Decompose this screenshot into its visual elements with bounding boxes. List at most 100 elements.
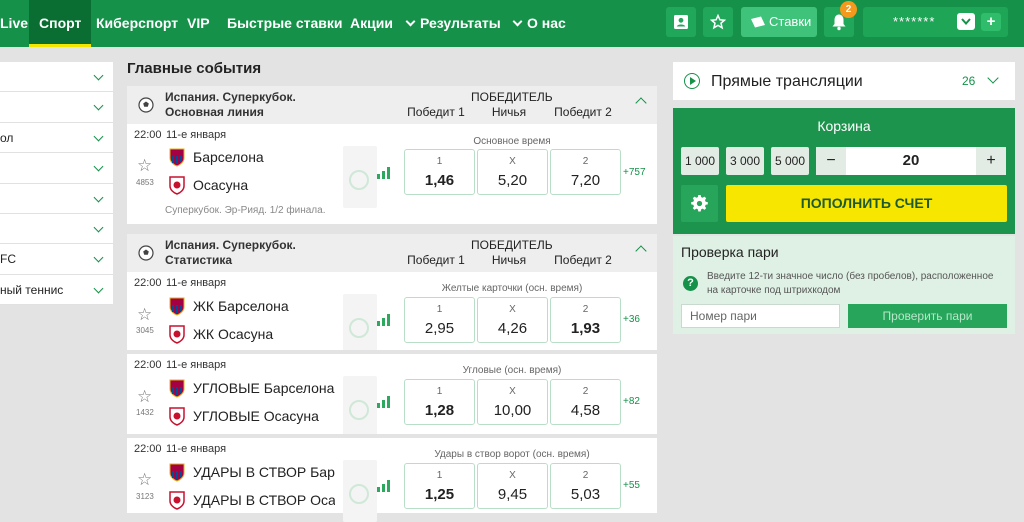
odd-label: X (509, 304, 516, 315)
profile-button[interactable] (666, 7, 696, 37)
match-stats-widget[interactable] (343, 376, 377, 438)
odd-button[interactable]: 2 4,58 (550, 379, 621, 425)
quick-amount-button[interactable]: 3 000 (726, 147, 764, 175)
gear-icon (691, 195, 708, 212)
odd-button[interactable]: 2 1,93 (550, 297, 621, 343)
nav-vip[interactable]: VIP (187, 0, 210, 47)
odd-label: 2 (582, 470, 589, 481)
sidebar-item[interactable] (0, 92, 113, 123)
odd-button[interactable]: X 5,20 (477, 149, 548, 195)
notification-count-badge: 2 (840, 1, 857, 18)
bets-button[interactable]: Ставки (741, 7, 817, 37)
odd-button[interactable]: 1 1,25 (404, 463, 475, 509)
sidebar-item[interactable]: ол (0, 122, 113, 154)
bet-check-hint: Введите 12-ти значное число (без пробело… (707, 271, 994, 296)
event-row[interactable]: 22:00 11-е января ☆ 1432 УГЛОВЫЕ Барсело… (127, 354, 657, 438)
nav-live[interactable]: Live (0, 0, 28, 47)
odd-button[interactable]: X 9,45 (477, 463, 548, 509)
sidebar-item[interactable] (0, 183, 113, 214)
odd-button[interactable]: X 10,00 (477, 379, 548, 425)
odd-button[interactable]: 1 2,95 (404, 297, 475, 343)
more-markets-link[interactable]: +82 (623, 396, 640, 407)
nav-sport[interactable]: Спорт (29, 0, 92, 47)
chevron-down-icon (405, 16, 416, 27)
chevron-down-icon (93, 252, 104, 263)
check-bet-button[interactable]: Проверить пари (848, 304, 1007, 328)
event-row[interactable]: 22:00 11-е января ☆ 3123 УДАРЫ В СТВОР Б… (127, 438, 657, 522)
barcelona-crest-icon (169, 297, 185, 316)
odd-button[interactable]: 2 7,20 (550, 149, 621, 195)
more-markets-link[interactable]: +36 (623, 314, 640, 325)
star-icon[interactable]: ☆ (137, 156, 152, 176)
odd-label: 2 (582, 304, 589, 315)
odd-value: 7,20 (570, 172, 601, 189)
sidebar-item[interactable] (0, 213, 113, 245)
league-title: Испания. Суперкубок. (165, 90, 296, 104)
league-header[interactable]: Испания. Суперкубок. Основная линия ПОБЕД… (127, 86, 657, 124)
star-icon[interactable]: ☆ (137, 305, 152, 325)
account-menu[interactable]: ******* + (863, 7, 1008, 37)
dropdown-toggle[interactable] (957, 13, 975, 30)
nav-about[interactable]: О нас (512, 0, 566, 47)
bet-number-input[interactable]: Номер пари (681, 304, 840, 328)
signal-bars-icon (377, 480, 393, 492)
event-time: 22:00 (134, 443, 162, 455)
sidebar-item-label: ный теннис (0, 282, 64, 297)
event-date: 11-е января (166, 129, 227, 141)
league-name: Испания. Суперкубок. Статистика (165, 238, 296, 268)
more-markets-link[interactable]: +55 (623, 480, 640, 491)
sidebar-item[interactable]: FC (0, 244, 113, 275)
outcome-header: Победит 2 (554, 105, 612, 119)
settings-button[interactable] (681, 185, 718, 222)
barcelona-crest-icon (169, 379, 185, 398)
odd-label: 1 (436, 386, 443, 397)
odd-button[interactable]: 2 5,03 (550, 463, 621, 509)
match-stats-widget[interactable] (343, 294, 377, 356)
market-title: ПОБЕДИТЕЛЬ (471, 90, 553, 104)
favorites-button[interactable] (703, 7, 733, 37)
event-row[interactable]: 22:00 11-е января ☆ 3045 ЖК Барселона ЖК… (127, 272, 657, 356)
nav-results[interactable]: Результаты (405, 0, 501, 47)
outcome-header: Ничья (491, 253, 527, 267)
odd-button[interactable]: X 4,26 (477, 297, 548, 343)
barcelona-crest-icon (169, 148, 185, 167)
sidebar-item[interactable] (0, 153, 113, 184)
star-icon[interactable]: ☆ (137, 470, 152, 490)
match-stats-widget[interactable] (343, 146, 377, 208)
nav-promotions[interactable]: Акции (350, 0, 393, 47)
star-icon[interactable]: ☆ (137, 387, 152, 407)
nav-about-label: О нас (527, 15, 566, 31)
more-markets-link[interactable]: +757 (623, 167, 646, 178)
quick-amount-button[interactable]: 5 000 (771, 147, 809, 175)
sidebar-item[interactable]: ный теннис (0, 274, 113, 306)
team-name: ЖК Барселона (193, 298, 289, 314)
nav-esports[interactable]: Киберспорт (96, 0, 178, 47)
chevron-down-icon (93, 161, 104, 172)
signal-bars-icon (377, 396, 393, 408)
event-row[interactable]: 22:00 11-е января ☆ 4853 Барселона Осасу… (127, 124, 657, 224)
quick-amount-button[interactable]: 1 000 (681, 147, 719, 175)
top-navbar: Live Спорт Киберспорт VIP Быстрые ставки… (0, 0, 1024, 47)
chevron-up-icon[interactable] (635, 245, 647, 257)
live-streams-panel[interactable]: Прямые трансляции 26 (673, 62, 1015, 100)
event-time: 22:00 (134, 359, 162, 371)
chevron-down-icon (93, 283, 104, 294)
stake-increase-button[interactable]: + (976, 147, 1006, 175)
stake-decrease-button[interactable]: − (816, 147, 846, 175)
team-name: УДАРЫ В СТВОР Бар… (193, 464, 335, 480)
sidebar-item[interactable] (0, 62, 113, 93)
play-icon (349, 400, 369, 420)
top-up-button[interactable]: ПОПОЛНИТЬ СЧЕТ (726, 185, 1007, 222)
odd-button[interactable]: 1 1,28 (404, 379, 475, 425)
league-header[interactable]: Испания. Суперкубок. Статистика ПОБЕДИТЕЛ… (127, 234, 657, 272)
chevron-down-icon (93, 70, 104, 81)
osasuna-crest-icon (169, 325, 185, 344)
odd-button[interactable]: 1 1,46 (404, 149, 475, 195)
odd-label: X (509, 156, 516, 167)
nav-fast-bets[interactable]: Быстрые ставки (227, 0, 343, 47)
stake-input[interactable]: 20 (846, 147, 976, 175)
chevron-down-icon (987, 72, 999, 84)
odd-value: 1,25 (424, 486, 455, 503)
chevron-up-icon[interactable] (635, 97, 647, 109)
deposit-plus-button[interactable]: + (981, 13, 1001, 31)
